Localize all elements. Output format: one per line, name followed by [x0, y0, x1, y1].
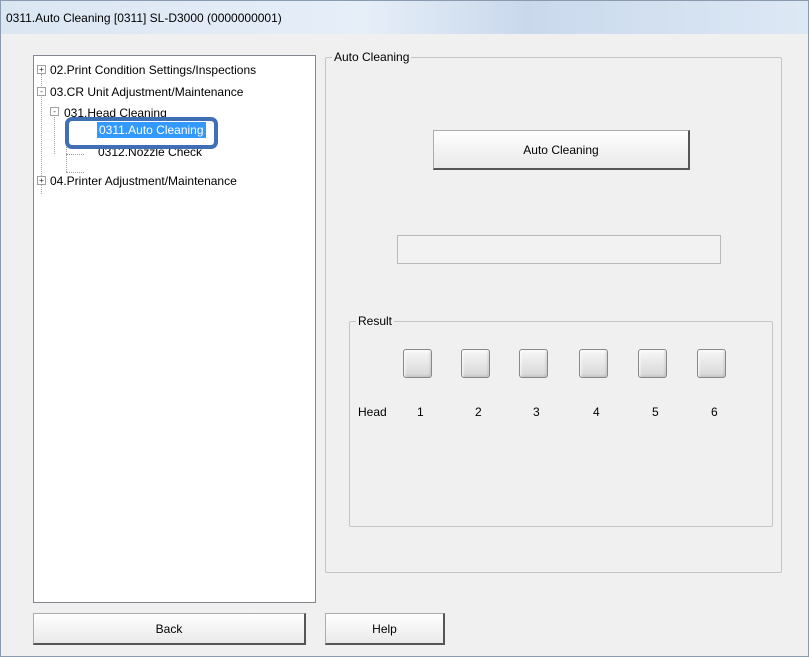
- expand-plus-icon[interactable]: +: [37, 176, 46, 185]
- head-number: 4: [593, 405, 600, 419]
- head-2-indicator: [461, 349, 490, 378]
- head-number: 3: [533, 405, 540, 419]
- result-group-label: Result: [356, 314, 395, 328]
- client-area: + 02.Print Condition Settings/Inspection…: [9, 35, 803, 651]
- tree-connector: [54, 114, 55, 154]
- head-6-indicator: [697, 349, 726, 378]
- tree-connector: [66, 172, 84, 173]
- selection-callout: [65, 117, 218, 149]
- tree-connector: [66, 154, 84, 155]
- expand-plus-icon[interactable]: +: [37, 65, 46, 74]
- head-label: Head: [358, 405, 387, 419]
- head-4-indicator: [579, 349, 608, 378]
- head-number: 1: [417, 405, 424, 419]
- tree-item-print-condition[interactable]: 02.Print Condition Settings/Inspections: [50, 63, 256, 77]
- head-1-indicator: [403, 349, 432, 378]
- app-window: 0311.Auto Cleaning [0311] SL-D3000 (0000…: [0, 0, 809, 657]
- auto-cleaning-button[interactable]: Auto Cleaning: [433, 130, 690, 170]
- head-5-indicator: [638, 349, 667, 378]
- tree-item-cr-unit[interactable]: 03.CR Unit Adjustment/Maintenance: [50, 85, 243, 99]
- head-number: 2: [475, 405, 482, 419]
- status-field: [397, 235, 721, 264]
- back-button[interactable]: Back: [33, 613, 306, 645]
- collapse-minus-icon[interactable]: -: [37, 87, 46, 96]
- head-number: 6: [711, 405, 718, 419]
- head-3-indicator: [519, 349, 548, 378]
- window-title: 0311.Auto Cleaning [0311] SL-D3000 (0000…: [6, 11, 282, 25]
- head-number: 5: [652, 405, 659, 419]
- collapse-minus-icon[interactable]: -: [50, 107, 59, 116]
- title-bar: 0311.Auto Cleaning [0311] SL-D3000 (0000…: [1, 1, 808, 34]
- auto-cleaning-group-label: Auto Cleaning: [332, 50, 412, 64]
- help-button[interactable]: Help: [325, 613, 445, 645]
- tree-item-printer-adjustment[interactable]: 04.Printer Adjustment/Maintenance: [50, 174, 237, 188]
